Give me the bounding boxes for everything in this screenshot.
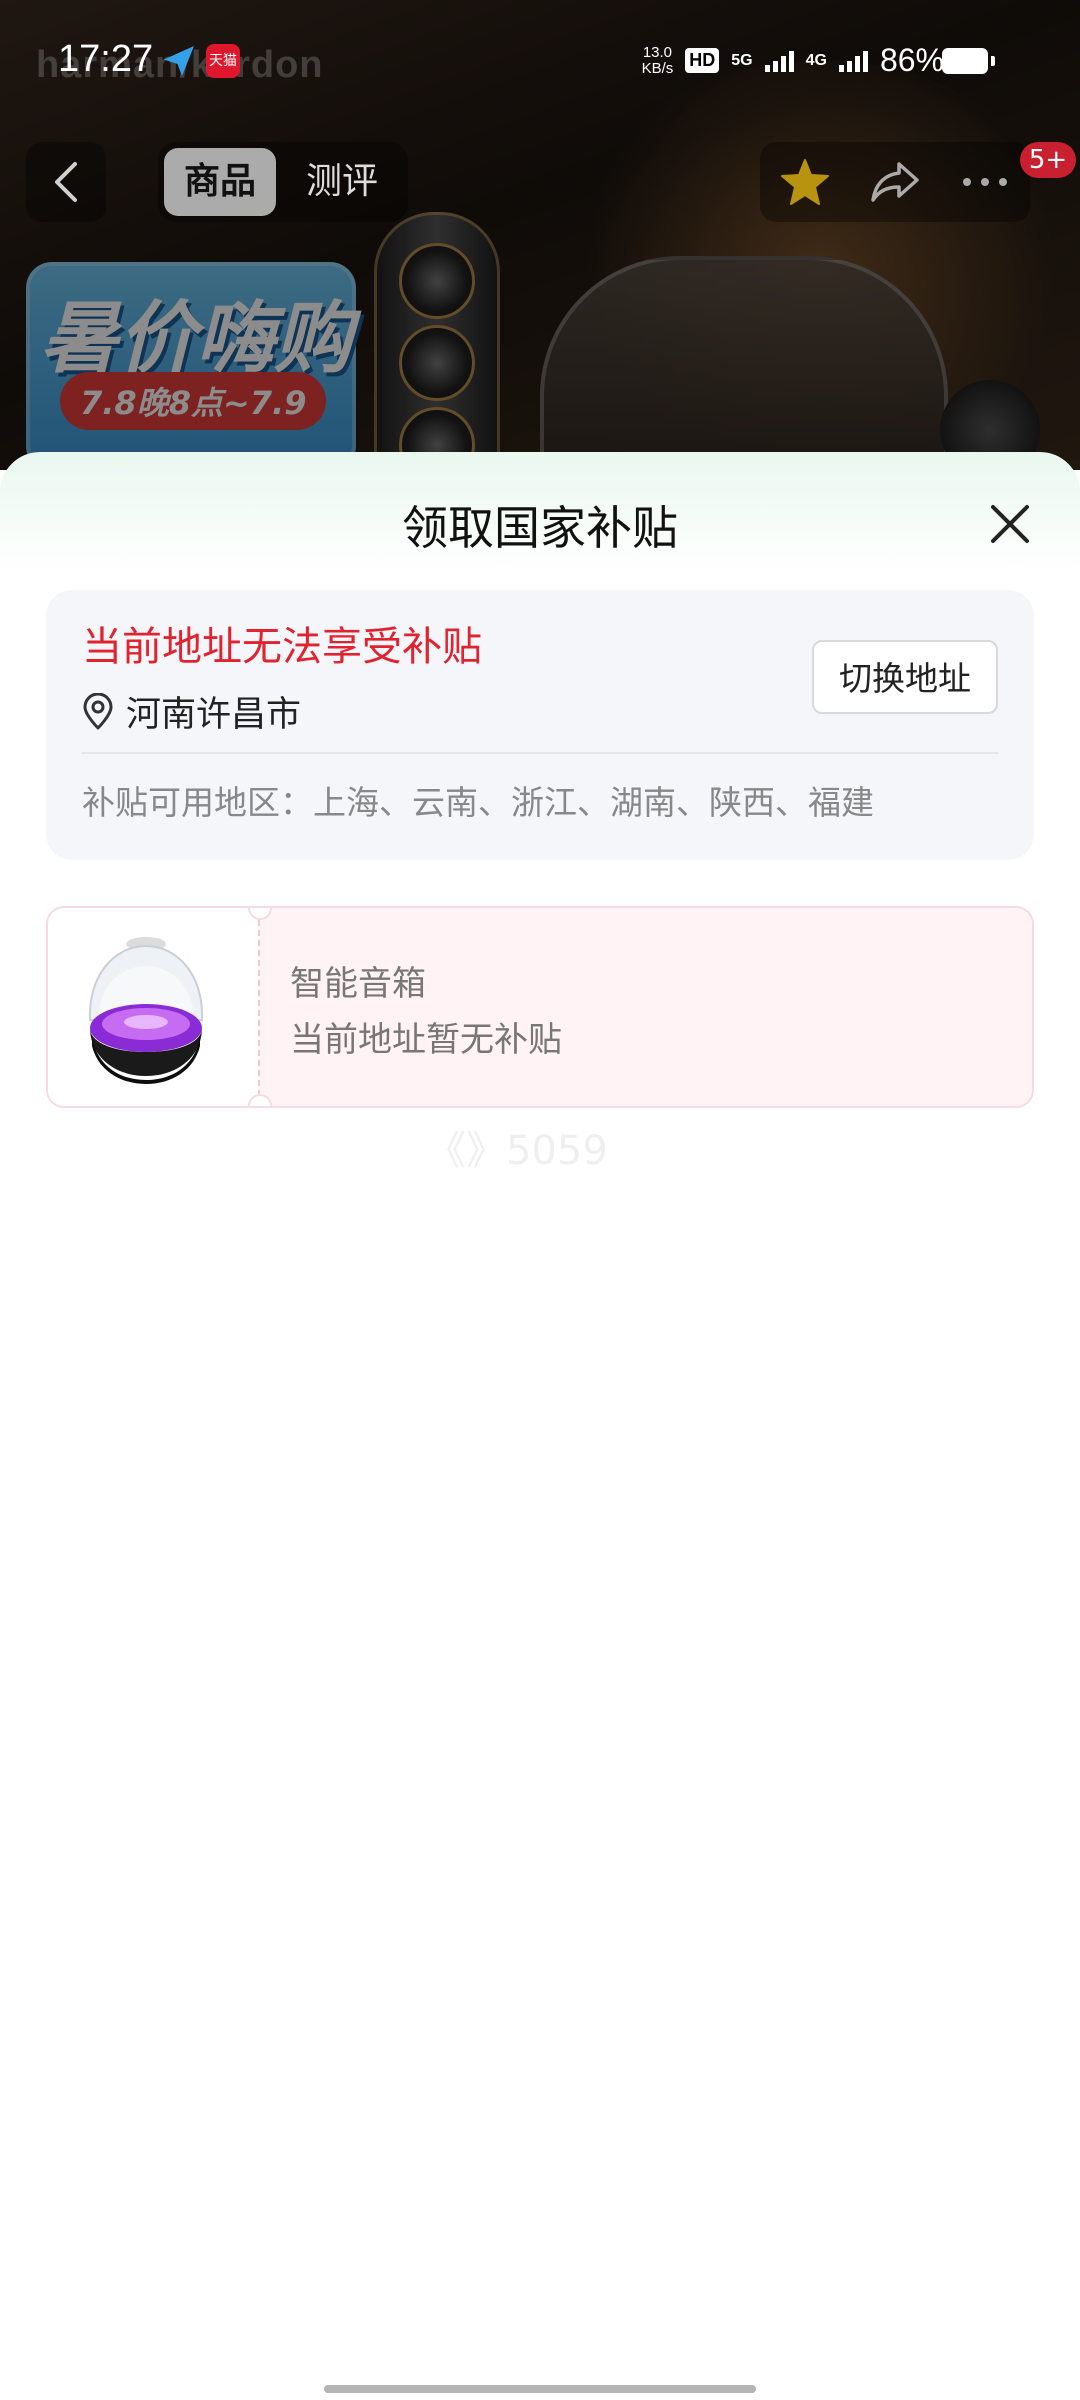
screen: harman/kardon 暑价嗨购 7.8晚8点~7.9 17:27 天猫 1… — [0, 0, 1080, 2400]
more-dots-icon — [963, 178, 1007, 186]
sim1-label: 5G — [731, 51, 753, 69]
subsidy-sheet: 领取国家补贴 当前地址无法享受补贴 河南许昌市 切换地址 补贴可用地区：上海、云… — [0, 452, 1080, 2400]
close-icon — [991, 505, 1029, 543]
divider — [82, 752, 998, 754]
coupon-separator — [258, 920, 260, 1096]
nav-tabs: 商品 测评 — [158, 142, 408, 222]
available-regions: 补贴可用地区：上海、云南、浙江、湖南、陕西、福建 — [82, 783, 874, 822]
net-speed-unit: KB/s — [641, 59, 674, 77]
sim2-label: 4G — [805, 51, 827, 69]
sheet-title: 领取国家补贴 — [402, 501, 678, 555]
smart-speaker-product-image — [62, 924, 230, 1092]
location-pin-icon — [83, 692, 113, 729]
status-bar: 17:27 天猫 13.0 KB/s HD 5G 4G 86% — [0, 0, 1080, 120]
more-button[interactable] — [940, 142, 1030, 222]
tab-review[interactable]: 测评 — [286, 148, 398, 216]
status-indicators: 13.0 KB/s HD 5G 4G 86% — [642, 42, 944, 79]
signal-bars-icon — [838, 50, 868, 72]
share-button[interactable] — [850, 142, 940, 222]
signal-bars-icon — [764, 50, 794, 72]
close-button[interactable] — [982, 496, 1038, 552]
home-indicator[interactable] — [324, 2385, 756, 2393]
net-speed-value: 13.0 — [642, 43, 673, 61]
coupon-product-name: 智能音箱 — [290, 964, 426, 1004]
faint-watermark: 《》5059 — [426, 1128, 608, 1174]
back-button[interactable] — [26, 142, 106, 222]
address-card: 当前地址无法享受补贴 河南许昌市 切换地址 补贴可用地区：上海、云南、浙江、湖南… — [46, 590, 1034, 860]
nav-actions — [760, 142, 1030, 222]
battery-icon — [942, 48, 995, 74]
coupon-image-area — [48, 908, 258, 1106]
favorite-button[interactable] — [760, 142, 850, 222]
tab-product[interactable]: 商品 — [164, 148, 276, 216]
coupon-status: 当前地址暂无补贴 — [290, 1020, 562, 1060]
chevron-left-icon — [55, 162, 77, 202]
switch-address-button[interactable]: 切换地址 — [812, 640, 998, 714]
tmall-icon: 天猫 — [206, 44, 240, 78]
share-icon — [871, 162, 919, 202]
star-icon — [781, 159, 829, 205]
status-time: 17:27 — [58, 38, 154, 80]
address-location-text: 河南许昌市 — [126, 695, 302, 735]
notification-badge: 5+ — [1020, 142, 1076, 178]
paper-plane-icon — [164, 46, 194, 76]
coupon-notch — [248, 1094, 272, 1106]
net-speed: 13.0 KB/s — [641, 43, 674, 77]
subsidy-coupon[interactable]: 智能音箱 当前地址暂无补贴 — [46, 906, 1034, 1108]
battery-percent: 86% — [879, 42, 944, 78]
address-warning: 当前地址无法享受补贴 — [82, 624, 482, 670]
hd-badge: HD — [685, 48, 720, 73]
address-location: 河南许昌市 — [82, 686, 301, 737]
